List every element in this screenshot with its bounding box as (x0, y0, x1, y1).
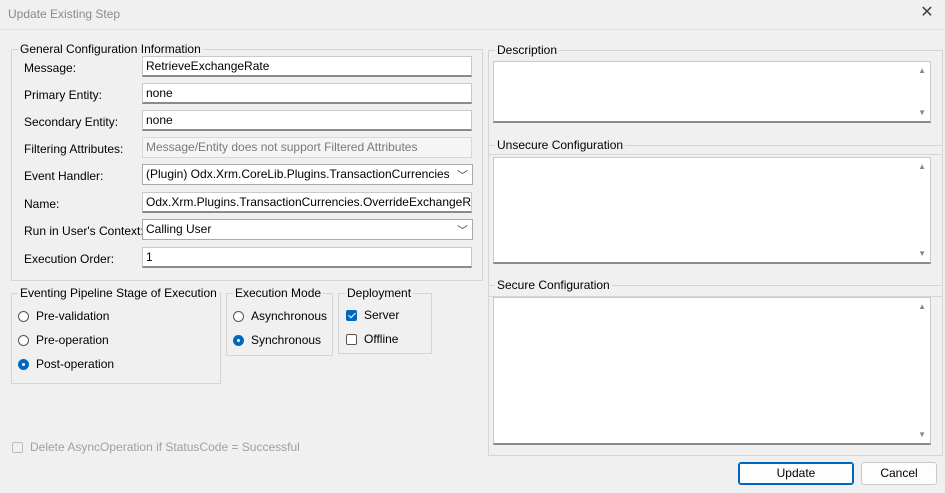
filtering-attributes-field: Message/Entity does not support Filtered… (142, 137, 472, 158)
checkbox-label: Delete AsyncOperation if StatusCode = Su… (30, 440, 300, 454)
user-context-value: Calling User (146, 222, 212, 236)
title-bar: Update Existing Step ✕ (0, 0, 945, 28)
dialog-body: General Configuration Information Messag… (0, 29, 945, 493)
close-icon[interactable]: ✕ (917, 4, 937, 24)
radio-label: Pre-validation (36, 309, 110, 323)
radio-pre-validation[interactable]: Pre-validation (18, 309, 109, 323)
scroll-down-icon[interactable]: ▼ (918, 108, 926, 117)
event-handler-label: Event Handler: (24, 169, 104, 183)
execution-order-field[interactable]: 1 (142, 247, 472, 268)
scroll-down-icon[interactable]: ▼ (918, 430, 926, 439)
filtering-attributes-label: Filtering Attributes: (24, 142, 124, 156)
secure-config-textarea[interactable]: ▲ ▼ (493, 297, 931, 445)
primary-entity-label: Primary Entity: (24, 88, 103, 102)
radio-indicator-selected (18, 358, 29, 370)
deployment-legend: Deployment (345, 286, 414, 300)
event-handler-dropdown[interactable]: (Plugin) Odx.Xrm.CoreLib.Plugins.Transac… (142, 164, 473, 185)
radio-label: Synchronous (251, 333, 322, 347)
radio-label: Asynchronous (251, 309, 328, 323)
checkbox-offline[interactable]: Offline (346, 332, 398, 346)
update-button[interactable]: Update (738, 462, 854, 485)
scrollbar[interactable]: ▲ ▼ (914, 158, 930, 262)
checkbox-server[interactable]: Server (346, 308, 399, 322)
execution-mode-legend: Execution Mode (233, 286, 324, 300)
checkbox-indicator-checked (346, 309, 357, 321)
checkbox-delete-async: Delete AsyncOperation if StatusCode = Su… (12, 440, 300, 454)
checkbox-indicator (346, 333, 357, 345)
unsecure-config-textarea[interactable]: ▲ ▼ (493, 157, 931, 264)
name-label: Name: (24, 197, 60, 211)
checkbox-indicator (12, 441, 23, 453)
cancel-button[interactable]: Cancel (861, 462, 937, 485)
general-config-legend: General Configuration Information (18, 42, 203, 56)
execution-order-label: Execution Order: (24, 252, 115, 266)
event-handler-value: (Plugin) Odx.Xrm.CoreLib.Plugins.Transac… (146, 167, 449, 181)
chevron-down-icon: ﹀ (457, 170, 468, 182)
checkbox-label: Server (364, 308, 400, 322)
radio-indicator-selected (233, 334, 244, 346)
checkbox-label: Offline (364, 332, 399, 346)
message-label: Message: (24, 61, 77, 75)
unsecure-config-legend: Unsecure Configuration (495, 138, 626, 152)
radio-pre-operation[interactable]: Pre-operation (18, 333, 109, 347)
scrollbar[interactable]: ▲ ▼ (914, 62, 930, 121)
user-context-label: Run in User's Context: (24, 224, 144, 238)
secondary-entity-label: Secondary Entity: (24, 115, 119, 129)
scrollbar[interactable]: ▲ ▼ (914, 298, 930, 443)
radio-indicator (18, 334, 29, 346)
radio-label: Post-operation (36, 357, 115, 371)
primary-entity-field[interactable]: none (142, 83, 472, 104)
chevron-down-icon: ﹀ (457, 225, 468, 237)
description-textarea[interactable]: ▲ ▼ (493, 61, 931, 123)
scroll-down-icon[interactable]: ▼ (918, 249, 926, 258)
scroll-up-icon[interactable]: ▲ (918, 302, 926, 311)
scroll-up-icon[interactable]: ▲ (918, 162, 926, 171)
radio-synchronous[interactable]: Synchronous (233, 333, 321, 347)
radio-asynchronous[interactable]: Asynchronous (233, 309, 327, 323)
scroll-up-icon[interactable]: ▲ (918, 66, 926, 75)
secondary-entity-field[interactable]: none (142, 110, 472, 131)
window-title: Update Existing Step (8, 7, 121, 21)
radio-indicator (233, 310, 244, 322)
description-legend: Description (495, 43, 560, 57)
name-field[interactable]: Odx.Xrm.Plugins.TransactionCurrencies.Ov… (142, 192, 472, 213)
radio-post-operation[interactable]: Post-operation (18, 357, 114, 371)
radio-indicator (18, 310, 29, 322)
radio-label: Pre-operation (36, 333, 109, 347)
secure-config-legend: Secure Configuration (495, 278, 612, 292)
pipeline-stage-legend: Eventing Pipeline Stage of Execution (18, 286, 219, 300)
user-context-dropdown[interactable]: Calling User ﹀ (142, 219, 473, 240)
message-field[interactable]: RetrieveExchangeRate (142, 56, 472, 77)
